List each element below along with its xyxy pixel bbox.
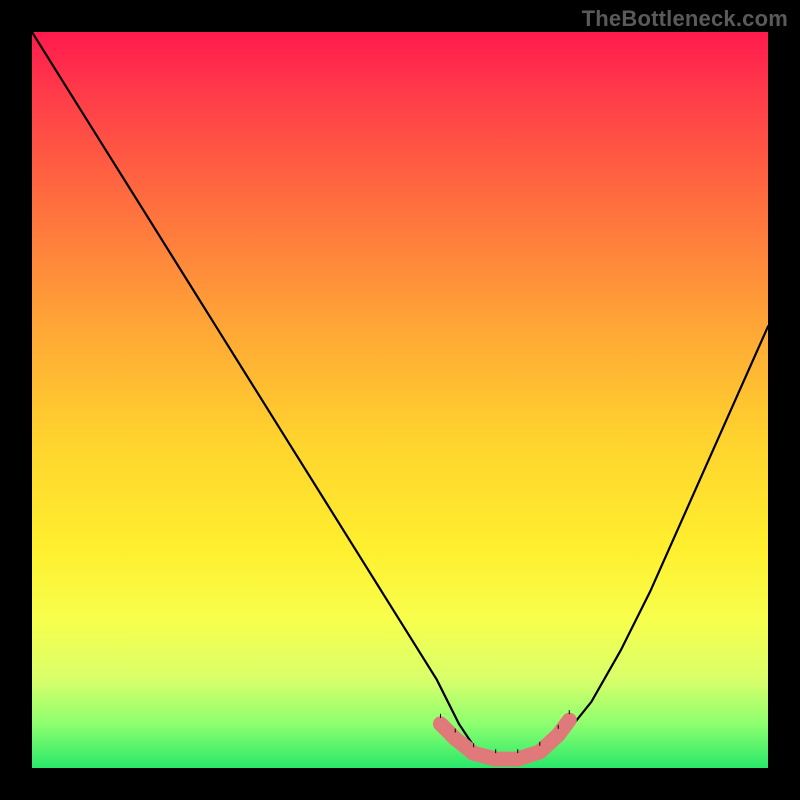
valley-marker-group xyxy=(440,710,569,759)
chart-svg xyxy=(32,32,768,768)
valley-marker-segment xyxy=(558,720,569,735)
curve-line xyxy=(32,32,768,761)
watermark-text: TheBottleneck.com xyxy=(582,6,788,32)
chart-frame: TheBottleneck.com xyxy=(0,0,800,800)
plot-area xyxy=(32,32,768,768)
